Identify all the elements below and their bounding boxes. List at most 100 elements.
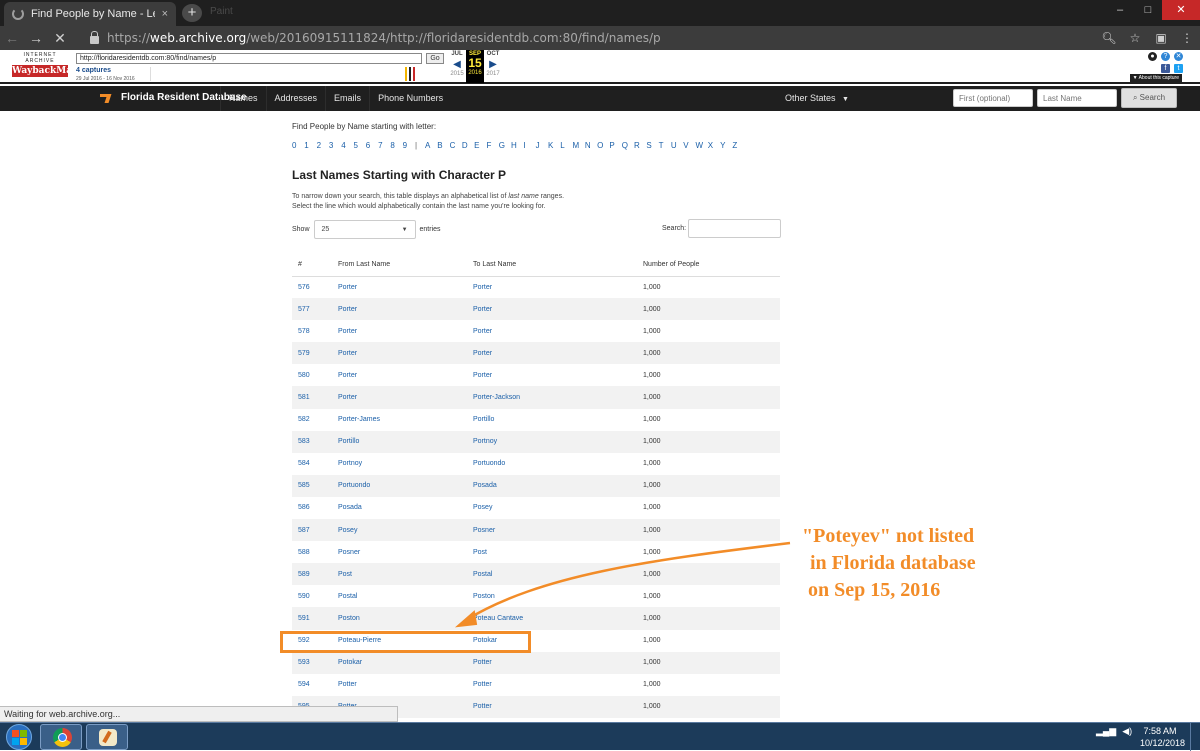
table-row[interactable]: 577 Porter Porter 1,000 — [292, 298, 780, 321]
from-last-name-link[interactable]: Porter — [338, 386, 473, 409]
next-capture-arrow-icon[interactable]: ▶ — [484, 59, 502, 70]
to-last-name-link[interactable]: Porter — [473, 298, 643, 321]
row-number-link[interactable]: 591 — [292, 607, 338, 630]
letter-link[interactable]: 7 — [378, 141, 390, 150]
letter-link[interactable]: E — [474, 141, 486, 150]
menu-icon[interactable]: ⋮ — [1174, 31, 1200, 45]
from-last-name-link[interactable]: Posada — [338, 497, 473, 519]
minimize-button[interactable]: – — [1106, 0, 1134, 20]
last-name-input[interactable] — [1037, 89, 1117, 107]
letter-link[interactable]: D — [462, 141, 474, 150]
to-last-name-link[interactable]: Porter — [473, 342, 643, 365]
from-last-name-link[interactable]: Potter — [338, 674, 473, 696]
letter-link[interactable]: 8 — [390, 141, 402, 150]
first-name-input[interactable] — [953, 89, 1033, 107]
row-number-link[interactable]: 577 — [292, 298, 338, 321]
to-last-name-link[interactable]: Poteau Cantave — [473, 607, 643, 630]
close-wayback-icon[interactable]: ✕ — [1174, 52, 1183, 61]
letter-link[interactable]: Y — [720, 141, 732, 150]
from-last-name-link[interactable]: Potokar — [338, 651, 473, 674]
facebook-icon[interactable]: f — [1161, 64, 1170, 73]
letter-link[interactable]: 5 — [353, 141, 365, 150]
nav-link-phone-numbers[interactable]: Phone Numbers — [369, 86, 451, 111]
letter-link[interactable]: U — [671, 141, 683, 150]
table-row[interactable]: 583 Portillo Portnoy 1,000 — [292, 430, 780, 453]
about-capture-button[interactable]: ▼ About this capture — [1129, 74, 1182, 82]
letter-link[interactable]: X — [708, 141, 720, 150]
extension-icon[interactable]: ▣ — [1148, 31, 1174, 45]
twitter-icon[interactable]: t — [1174, 64, 1183, 73]
table-row[interactable]: 594 Potter Potter 1,000 — [292, 674, 780, 696]
wayback-captures-link[interactable]: 4 captures — [76, 67, 111, 74]
from-last-name-link[interactable]: Poston — [338, 607, 473, 630]
letter-link[interactable]: I — [523, 141, 535, 150]
stop-loading-button[interactable]: ✕ — [48, 30, 72, 47]
from-last-name-link[interactable]: Porter — [338, 364, 473, 386]
table-row[interactable]: 581 Porter Porter-Jackson 1,000 — [292, 386, 780, 409]
to-last-name-link[interactable]: Portnoy — [473, 430, 643, 453]
row-number-link[interactable]: 589 — [292, 563, 338, 586]
letter-link[interactable]: 0 — [292, 141, 304, 150]
letter-link[interactable]: N — [585, 141, 597, 150]
volume-icon[interactable]: ◀) — [1122, 726, 1132, 737]
table-row[interactable]: 585 Portuondo Posada 1,000 — [292, 474, 780, 497]
to-last-name-link[interactable]: Postal — [473, 563, 643, 586]
table-row[interactable]: 590 Postal Poston 1,000 — [292, 585, 780, 607]
to-last-name-link[interactable]: Potter — [473, 651, 643, 674]
table-row[interactable]: 582 Porter-James Portillo 1,000 — [292, 409, 780, 431]
letter-link[interactable]: K — [548, 141, 560, 150]
row-number-link[interactable]: 588 — [292, 541, 338, 563]
table-search-input[interactable] — [688, 219, 782, 238]
row-number-link[interactable]: 590 — [292, 585, 338, 607]
wayback-url-field[interactable]: http://floridaresidentdb.com:80/find/nam… — [76, 53, 422, 64]
from-last-name-link[interactable]: Postal — [338, 585, 473, 607]
table-row[interactable]: 584 Portnoy Portuondo 1,000 — [292, 453, 780, 475]
table-row[interactable]: 591 Poston Poteau Cantave 1,000 — [292, 607, 780, 630]
zoom-icon[interactable]: 🔍︎ — [1096, 31, 1122, 45]
to-last-name-link[interactable]: Portillo — [473, 409, 643, 431]
letter-link[interactable]: Q — [622, 141, 634, 150]
close-window-button[interactable]: ✕ — [1162, 0, 1200, 20]
letter-link[interactable]: 3 — [329, 141, 341, 150]
letter-link[interactable]: O — [597, 141, 609, 150]
other-states-dropdown[interactable]: Other States ▼ — [785, 86, 849, 112]
row-number-link[interactable]: 585 — [292, 474, 338, 497]
browser-tab[interactable]: Find People by Name - Letter P × — [4, 2, 176, 26]
row-number-link[interactable]: 576 — [292, 276, 338, 298]
from-last-name-link[interactable]: Portnoy — [338, 453, 473, 475]
letter-link[interactable]: W — [696, 141, 708, 150]
to-last-name-link[interactable]: Posey — [473, 497, 643, 519]
from-last-name-link[interactable]: Posner — [338, 541, 473, 563]
column-header-number[interactable]: # — [292, 254, 338, 277]
letter-link[interactable]: J — [536, 141, 548, 150]
table-row[interactable]: 580 Porter Porter 1,000 — [292, 364, 780, 386]
taskbar-clock[interactable]: 7:58 AM 10/12/2018 — [1140, 725, 1185, 749]
row-number-link[interactable]: 579 — [292, 342, 338, 365]
row-number-link[interactable]: 583 — [292, 430, 338, 453]
letter-link[interactable]: 6 — [366, 141, 378, 150]
row-number-link[interactable]: 580 — [292, 364, 338, 386]
table-row[interactable]: 586 Posada Posey 1,000 — [292, 497, 780, 519]
prev-capture-arrow-icon[interactable]: ◀ — [448, 59, 466, 70]
address-bar[interactable]: https://web.archive.org/web/201609151118… — [90, 30, 1096, 45]
column-header-count[interactable]: Number of People — [643, 254, 780, 277]
from-last-name-link[interactable]: Porter — [338, 276, 473, 298]
nav-link-names[interactable]: Names — [220, 86, 266, 111]
network-icon[interactable]: ▂▄▆ — [1096, 726, 1116, 737]
bookmark-star-icon[interactable]: ☆ — [1122, 31, 1148, 45]
from-last-name-link[interactable]: Post — [338, 563, 473, 586]
taskbar-chrome[interactable] — [40, 724, 82, 750]
to-last-name-link[interactable]: Potter — [473, 695, 643, 718]
help-icon[interactable]: ? — [1161, 52, 1170, 61]
table-row[interactable]: 579 Porter Porter 1,000 — [292, 342, 780, 365]
letter-link[interactable]: H — [511, 141, 523, 150]
row-number-link[interactable]: 581 — [292, 386, 338, 409]
from-last-name-link[interactable]: Porter — [338, 342, 473, 365]
to-last-name-link[interactable]: Porter-Jackson — [473, 386, 643, 409]
from-last-name-link[interactable]: Porter-James — [338, 409, 473, 431]
row-number-link[interactable]: 586 — [292, 497, 338, 519]
letter-link[interactable]: A — [425, 141, 437, 150]
column-header-to[interactable]: To Last Name — [473, 254, 643, 277]
wayback-next-month[interactable]: OCT ▶ 2017 — [484, 50, 502, 83]
account-icon[interactable]: ● — [1148, 52, 1157, 61]
